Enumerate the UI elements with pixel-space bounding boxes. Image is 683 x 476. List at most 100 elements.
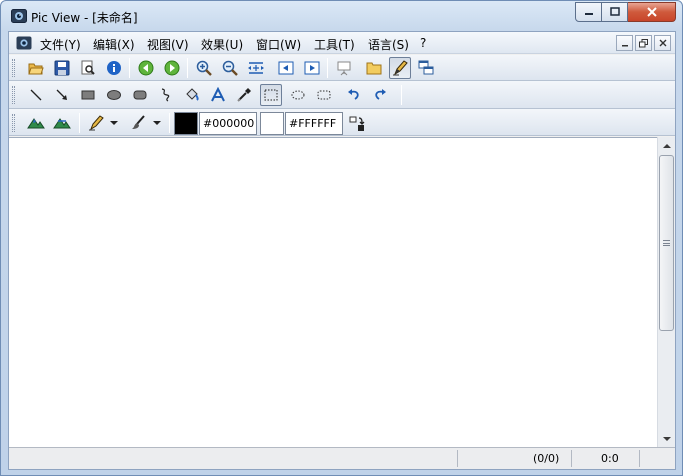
foreground-color-swatch[interactable]	[174, 112, 198, 135]
status-selection: (0/0)	[533, 452, 560, 465]
status-bar: (0/0) 0:0	[9, 447, 675, 469]
vertical-scrollbar[interactable]	[657, 137, 675, 447]
undo-icon	[348, 89, 359, 100]
next-image-button[interactable]	[161, 57, 183, 79]
arrow-tool[interactable]	[51, 84, 73, 106]
brush-icon	[132, 115, 145, 129]
menu-view[interactable]: 视图(V)	[147, 36, 189, 53]
chevron-down-icon	[153, 121, 161, 125]
zoom-out-button[interactable]	[219, 57, 241, 79]
previous-image-button[interactable]	[135, 57, 157, 79]
text-tool[interactable]	[207, 84, 229, 106]
folder-icon	[366, 62, 382, 75]
pencil-icon	[393, 60, 408, 76]
foreground-color-field[interactable]: #000000	[199, 112, 257, 135]
arrow-right-circle-icon	[164, 60, 180, 76]
menu-language[interactable]: 语言(S)	[368, 36, 409, 53]
menu-help[interactable]: ?	[420, 36, 426, 50]
status-divider	[457, 450, 458, 467]
rectangle-tool[interactable]	[77, 84, 99, 106]
sharpen-button[interactable]	[25, 112, 47, 134]
toolbar-separator	[401, 85, 402, 105]
last-page-button[interactable]	[301, 57, 323, 79]
cascade-windows-icon	[418, 60, 434, 75]
undo-button[interactable]	[343, 84, 365, 106]
brush-button[interactable]	[127, 112, 149, 134]
filled-rectangle-icon	[81, 90, 95, 100]
scroll-down-button[interactable]	[658, 430, 675, 447]
brush-dropdown[interactable]	[151, 112, 163, 134]
blur-button[interactable]	[51, 112, 73, 134]
redo-icon	[375, 89, 386, 100]
rounded-rectangle-icon	[133, 90, 147, 100]
ellipse-select-icon	[291, 90, 305, 100]
fill-tool[interactable]	[181, 84, 203, 106]
rounded-rectangle-tool[interactable]	[129, 84, 151, 106]
pencil-icon	[89, 115, 104, 131]
menu-tools[interactable]: 工具(T)	[314, 36, 355, 53]
ellipse-select-tool[interactable]	[287, 84, 309, 106]
background-color-field[interactable]: #FFFFFF	[285, 112, 343, 135]
app-window: Pic View - [未命名] 文件(Y) 编辑(X) 视图(V) 效果(U)	[0, 0, 683, 476]
mdi-close-button[interactable]	[654, 35, 671, 51]
mdi-restore-button[interactable]	[635, 35, 652, 51]
chevron-down-icon	[662, 436, 671, 441]
toolbar-separator	[79, 113, 80, 133]
page-left-icon	[278, 61, 294, 75]
maximize-icon	[609, 7, 620, 16]
ellipse-tool[interactable]	[103, 84, 125, 106]
slideshow-icon	[337, 61, 351, 76]
title-bar[interactable]: Pic View - [未命名]	[1, 1, 682, 31]
background-color-swatch[interactable]	[260, 112, 284, 135]
line-tool[interactable]	[25, 84, 47, 106]
minimize-button[interactable]	[575, 2, 602, 22]
pencil-width-dropdown[interactable]	[108, 112, 120, 134]
image-canvas[interactable]	[9, 137, 657, 447]
window-title: Pic View - [未命名]	[31, 11, 138, 25]
pencil-width-button[interactable]	[85, 112, 107, 134]
close-button[interactable]	[628, 2, 676, 22]
mdi-buttons	[616, 35, 671, 51]
close-icon	[659, 39, 666, 47]
print-preview-button[interactable]	[77, 57, 99, 79]
scroll-up-button[interactable]	[658, 137, 675, 154]
open-button[interactable]	[25, 57, 47, 79]
mountain-sharp-icon	[27, 118, 45, 129]
zoom-out-icon	[222, 60, 238, 76]
page-right-icon	[304, 61, 320, 75]
edit-mode-button[interactable]	[389, 57, 411, 79]
cascade-windows-button[interactable]	[415, 57, 437, 79]
toolbar-separator	[187, 58, 188, 78]
swap-colors-button[interactable]	[346, 113, 368, 135]
freehand-tool[interactable]	[155, 84, 177, 106]
menu-effects[interactable]: 效果(U)	[201, 36, 243, 53]
menu-file[interactable]: 文件(Y)	[40, 36, 81, 53]
print-preview-icon	[81, 60, 95, 75]
save-disk-icon	[54, 60, 70, 76]
menu-window[interactable]: 窗口(W)	[256, 36, 301, 53]
save-button[interactable]	[51, 57, 73, 79]
slideshow-button[interactable]	[333, 57, 355, 79]
client-area: 文件(Y) 编辑(X) 视图(V) 效果(U) 窗口(W) 工具(T) 语言(S…	[8, 31, 676, 470]
rectangle-select-tool[interactable]	[260, 84, 282, 106]
maximize-button[interactable]	[602, 2, 628, 22]
document-window-icon[interactable]	[16, 36, 32, 50]
scrollbar-thumb[interactable]	[659, 155, 674, 331]
toolbar-grip[interactable]	[12, 114, 15, 132]
toolbar-grip[interactable]	[12, 59, 15, 77]
menu-edit[interactable]: 编辑(X)	[93, 36, 135, 53]
fit-to-window-button[interactable]	[245, 57, 267, 79]
eyedropper-icon	[237, 88, 251, 102]
paint-bucket-icon	[186, 88, 199, 101]
rounded-select-tool[interactable]	[313, 84, 335, 106]
toolbar-grip[interactable]	[12, 86, 15, 104]
redo-button[interactable]	[369, 84, 391, 106]
caption-buttons	[575, 2, 676, 22]
browse-folder-button[interactable]	[363, 57, 385, 79]
restore-icon	[639, 38, 648, 47]
zoom-in-button[interactable]	[193, 57, 215, 79]
first-page-button[interactable]	[275, 57, 297, 79]
info-button[interactable]	[103, 57, 125, 79]
mdi-minimize-button[interactable]	[616, 35, 633, 51]
color-picker-tool[interactable]	[233, 84, 255, 106]
